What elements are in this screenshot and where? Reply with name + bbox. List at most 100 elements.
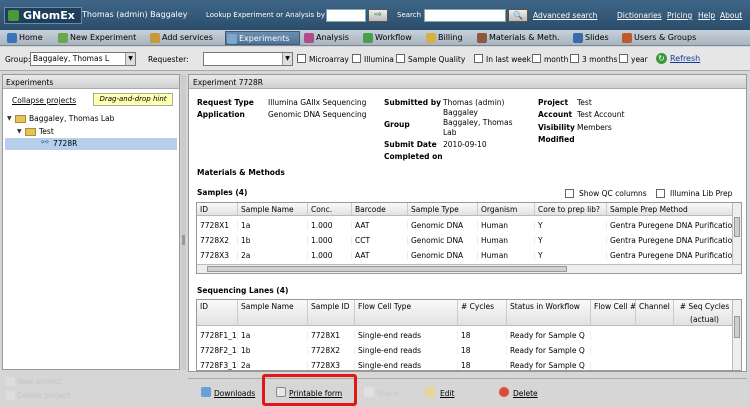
scroll-thumb[interactable] <box>207 266 567 272</box>
sample-quality-checkbox[interactable] <box>396 54 405 63</box>
about-link[interactable]: About <box>720 11 742 20</box>
search-icon[interactable]: 🔍 <box>508 9 528 22</box>
nav-slides[interactable]: Slides <box>572 31 609 45</box>
tree-node-label: Baggaley, Thomas Lab <box>29 114 115 123</box>
share-button[interactable]: Share <box>377 389 399 398</box>
nav-label: Home <box>19 33 43 42</box>
cell: 18 <box>458 361 507 370</box>
panel-splitter[interactable] <box>181 74 186 370</box>
column-header[interactable]: Sample Type <box>408 203 478 216</box>
column-header[interactable]: Sample Name <box>238 203 308 216</box>
expand-icon[interactable]: ▼ <box>7 115 14 122</box>
cell: 7728X2 <box>197 236 238 245</box>
horizontal-scrollbar[interactable] <box>197 264 741 273</box>
nav-experiments[interactable]: Experiments <box>225 31 300 45</box>
nav-label: Add services <box>162 33 213 42</box>
nav-workflow[interactable]: Workflow <box>362 31 412 45</box>
lanes-heading: Sequencing Lanes (4) <box>197 286 289 295</box>
show-qc-checkbox[interactable] <box>565 189 574 198</box>
expand-icon[interactable]: ▼ <box>17 128 24 135</box>
last-week-checkbox[interactable] <box>474 54 483 63</box>
experiment-title: Experiment 7728R <box>189 75 746 89</box>
edit-icon <box>425 387 435 397</box>
cell: Y <box>535 221 607 230</box>
column-header[interactable]: Sample Prep Method <box>607 203 733 216</box>
completed-label: Completed on <box>384 152 443 161</box>
delete-button[interactable]: Delete <box>513 389 538 398</box>
table-row[interactable]: 7728X2 1b 1.000 CCT Genomic DNA Human Y … <box>197 234 733 249</box>
table-row[interactable]: 7728F3_1 2a 7728X3 Single-end reads 18 R… <box>197 360 733 370</box>
delete-icon <box>499 387 509 397</box>
vertical-scrollbar[interactable] <box>732 203 741 264</box>
column-header[interactable]: Sample Name <box>238 300 308 326</box>
lookup-input[interactable] <box>326 9 366 22</box>
nav-analysis[interactable]: Analysis <box>303 31 349 45</box>
dictionaries-link[interactable]: Dictionaries <box>617 11 662 20</box>
cell: AAT <box>352 251 408 260</box>
new-project-button[interactable]: New project <box>17 377 62 386</box>
column-header[interactable]: # Seq Cycles (actual) <box>674 300 733 326</box>
downloads-button[interactable]: Downloads <box>214 389 255 398</box>
lookup-go-button[interactable]: ⇨ <box>368 9 388 22</box>
lookup-label: Lookup Experiment or Analysis by # <box>206 11 334 19</box>
illumina-checkbox[interactable] <box>352 54 361 63</box>
column-header[interactable]: Conc. <box>308 203 352 216</box>
cell: 7728F3_1 <box>197 361 238 370</box>
pricing-link[interactable]: Pricing <box>667 11 692 20</box>
nav-label: Workflow <box>375 33 412 42</box>
nav-home[interactable]: Home <box>6 31 43 45</box>
column-header[interactable]: Flow Cell Type <box>355 300 458 326</box>
refresh-icon[interactable]: ↻ <box>656 53 667 64</box>
column-header[interactable]: Organism <box>478 203 535 216</box>
group-select[interactable]: Baggaley, Thomas L ▼ <box>30 52 136 66</box>
cell: 1a <box>238 331 308 340</box>
table-row[interactable]: 7728F1_1 1a 7728X1 Single-end reads 18 R… <box>197 330 733 345</box>
collapse-projects-link[interactable]: Collapse projects <box>12 96 76 105</box>
column-header[interactable]: ID <box>197 203 238 216</box>
modified-label: Modified <box>538 135 575 144</box>
scroll-thumb[interactable] <box>734 217 740 237</box>
column-header[interactable]: Core to prep lib? <box>535 203 607 216</box>
illumina-lib-checkbox[interactable] <box>656 189 665 198</box>
nav-add-services[interactable]: Add services <box>149 31 213 45</box>
drag-drop-hint-button[interactable]: Drag-and-drop hint <box>93 93 173 106</box>
cell: Gentra Puregene DNA Purificatio <box>607 221 733 230</box>
table-row[interactable]: 7728F2_1 1b 7728X2 Single-end reads 18 R… <box>197 345 733 360</box>
nav-label: New Experiment <box>70 33 137 42</box>
gnomex-logo[interactable]: GNomEx <box>4 7 82 24</box>
advanced-search-link[interactable]: Advanced search <box>533 11 597 20</box>
table-row[interactable]: 7728X1 1a 1.000 AAT Genomic DNA Human Y … <box>197 219 733 234</box>
column-header[interactable]: Sample ID <box>308 300 355 326</box>
splitter-grip-icon[interactable] <box>182 235 185 245</box>
cell: 1b <box>238 236 308 245</box>
year-checkbox[interactable] <box>619 54 628 63</box>
column-header[interactable]: Channel <box>636 300 674 326</box>
search-input[interactable] <box>424 9 506 22</box>
help-link[interactable]: Help <box>698 11 715 20</box>
nav-billing[interactable]: Billing <box>425 31 463 45</box>
cell: 7728X1 <box>308 331 355 340</box>
logo-icon <box>8 10 19 21</box>
column-header[interactable]: Status in Workflow <box>507 300 591 326</box>
nav-new-experiment[interactable]: New Experiment <box>57 31 136 45</box>
vertical-scrollbar[interactable] <box>732 300 741 370</box>
visibility-label: Visibility <box>538 123 575 132</box>
table-row[interactable]: 7728X3 2a 1.000 AAT Genomic DNA Human Y … <box>197 249 733 264</box>
column-header[interactable]: ID <box>197 300 238 326</box>
month-checkbox[interactable] <box>532 54 541 63</box>
column-header[interactable]: # Cycles <box>458 300 507 326</box>
scroll-thumb[interactable] <box>734 316 740 338</box>
three-months-checkbox[interactable] <box>570 54 579 63</box>
edit-button[interactable]: Edit <box>440 389 455 398</box>
column-header[interactable]: Flow Cell # <box>591 300 636 326</box>
nav-users-groups[interactable]: Users & Groups <box>621 31 696 45</box>
cell: CCT <box>352 236 408 245</box>
application-value: Genomic DNA Sequencing <box>268 110 367 119</box>
microarray-checkbox[interactable] <box>297 54 306 63</box>
requester-select[interactable]: ▼ <box>203 52 293 66</box>
delete-project-button[interactable]: Delete project <box>17 391 70 400</box>
add-services-icon <box>150 33 160 43</box>
refresh-link[interactable]: Refresh <box>670 54 700 63</box>
nav-materials[interactable]: Materials & Meth. <box>476 31 560 45</box>
column-header[interactable]: Barcode <box>352 203 408 216</box>
